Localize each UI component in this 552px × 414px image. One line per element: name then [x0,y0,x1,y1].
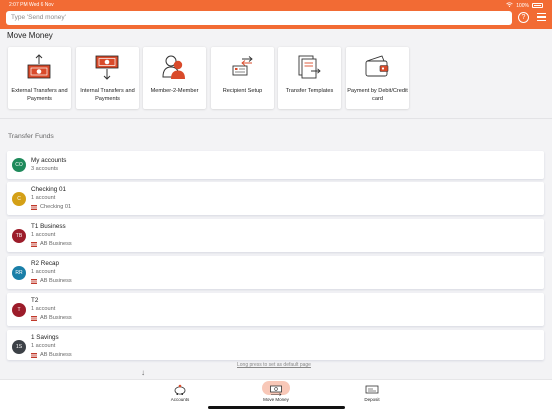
check-deposit-icon [365,385,379,394]
hamburger-menu-icon[interactable] [537,13,546,21]
account-count: 1 account [31,232,56,238]
tile-label: Recipient Setup [222,88,263,94]
account-count: 1 account [31,343,56,349]
bank-icon [31,315,37,321]
money-upload-icon [27,54,51,79]
account-name: T2 [31,297,39,304]
account-name: R2 Recap [31,260,60,267]
money-download-icon [95,55,119,80]
account-name: Checking 01 [31,186,67,193]
internal-transfers-tile[interactable]: Internal Transfers and Payments [76,47,139,109]
account-count: 1 account [31,269,56,275]
tile-label: Payment by Debit/Credit card [347,88,408,102]
recipient-setup-icon [232,56,253,76]
member-2-member-tile[interactable]: Member-2-Member [143,47,206,109]
members-icon [162,55,185,79]
recipient-setup-tile[interactable]: Recipient Setup [211,47,274,109]
tile-label: Member-2-Member [150,88,199,94]
section-divider [0,118,552,119]
account-group-card[interactable]: C Checking 01 1 account Checking 01 [7,182,544,215]
account-group-card[interactable]: RR R2 Recap 1 account AB Business [7,256,544,289]
default-page-hint[interactable]: Long press to set as default page [237,362,311,368]
help-icon[interactable]: ? [518,12,529,23]
tab-label: Move Money [263,397,289,402]
transfer-funds-title: Transfer Funds [8,133,54,140]
transfer-templates-icon [298,55,321,79]
search-input[interactable]: Type 'Send money' [6,11,512,25]
transfer-templates-tile[interactable]: Transfer Templates [278,47,341,109]
bank-icon [31,352,37,358]
avatar: TB [12,229,26,243]
account-name: My accounts [31,157,67,164]
battery-icon [532,3,543,8]
bank-icon [31,204,37,210]
piggy-bank-icon [174,384,186,395]
bank-icon [31,278,37,284]
account-count: 1 account [31,306,56,312]
avatar: C [12,192,26,206]
tile-label: Transfer Templates [285,88,334,94]
status-bar: 2:07 PM Wed 6 Nov 100% [0,0,552,9]
account-count: 3 accounts [31,166,59,172]
tile-label: Internal Transfers and Payments [80,88,135,102]
move-money-icon [270,385,282,396]
move-money-title: Move Money [7,31,53,40]
battery-percent: 100% [516,2,529,9]
avatar: 1S [12,340,26,354]
account-group-card[interactable]: CO My accounts 3 accounts [7,151,544,179]
external-transfers-tile[interactable]: External Transfers and Payments [8,47,71,109]
account-sub-name: AB Business [40,352,72,358]
account-count: 1 account [31,195,56,201]
account-sub-name: AB Business [40,241,72,247]
tab-deposit[interactable]: Deposit [352,380,392,406]
payment-by-card-tile[interactable]: Payment by Debit/Credit card [346,47,409,109]
status-date: Wed 6 Nov [29,2,54,8]
account-group-card[interactable]: 1S 1 Savings 1 account AB Business [7,330,544,360]
account-sub-name: AB Business [40,278,72,284]
account-name: 1 Savings [31,334,59,341]
tab-label: Accounts [170,397,190,402]
status-time: 2:07 PM [9,2,28,8]
account-sub-name: AB Business [40,315,72,321]
account-group-card[interactable]: T T2 1 account AB Business [7,293,544,326]
tile-label: External Transfers and Payments [11,88,68,102]
home-indicator[interactable] [208,406,345,409]
avatar: T [12,303,26,317]
wallet-card-icon [365,55,389,77]
tab-move-money[interactable]: Move Money [256,380,296,406]
tab-label: Deposit [364,397,380,402]
bank-icon [31,241,37,247]
avatar: CO [12,158,26,172]
tab-accounts[interactable]: Accounts [160,380,200,406]
account-group-card[interactable]: TB T1 Business 1 account AB Business [7,219,544,252]
wifi-icon [506,2,513,9]
avatar: RR [12,266,26,280]
app-header: 2:07 PM Wed 6 Nov 100% Type 'Send money'… [0,0,552,29]
account-sub-name: Checking 01 [40,204,72,210]
account-name: T1 Business [31,223,66,230]
scroll-down-arrow-icon[interactable]: ↓ [141,368,145,377]
